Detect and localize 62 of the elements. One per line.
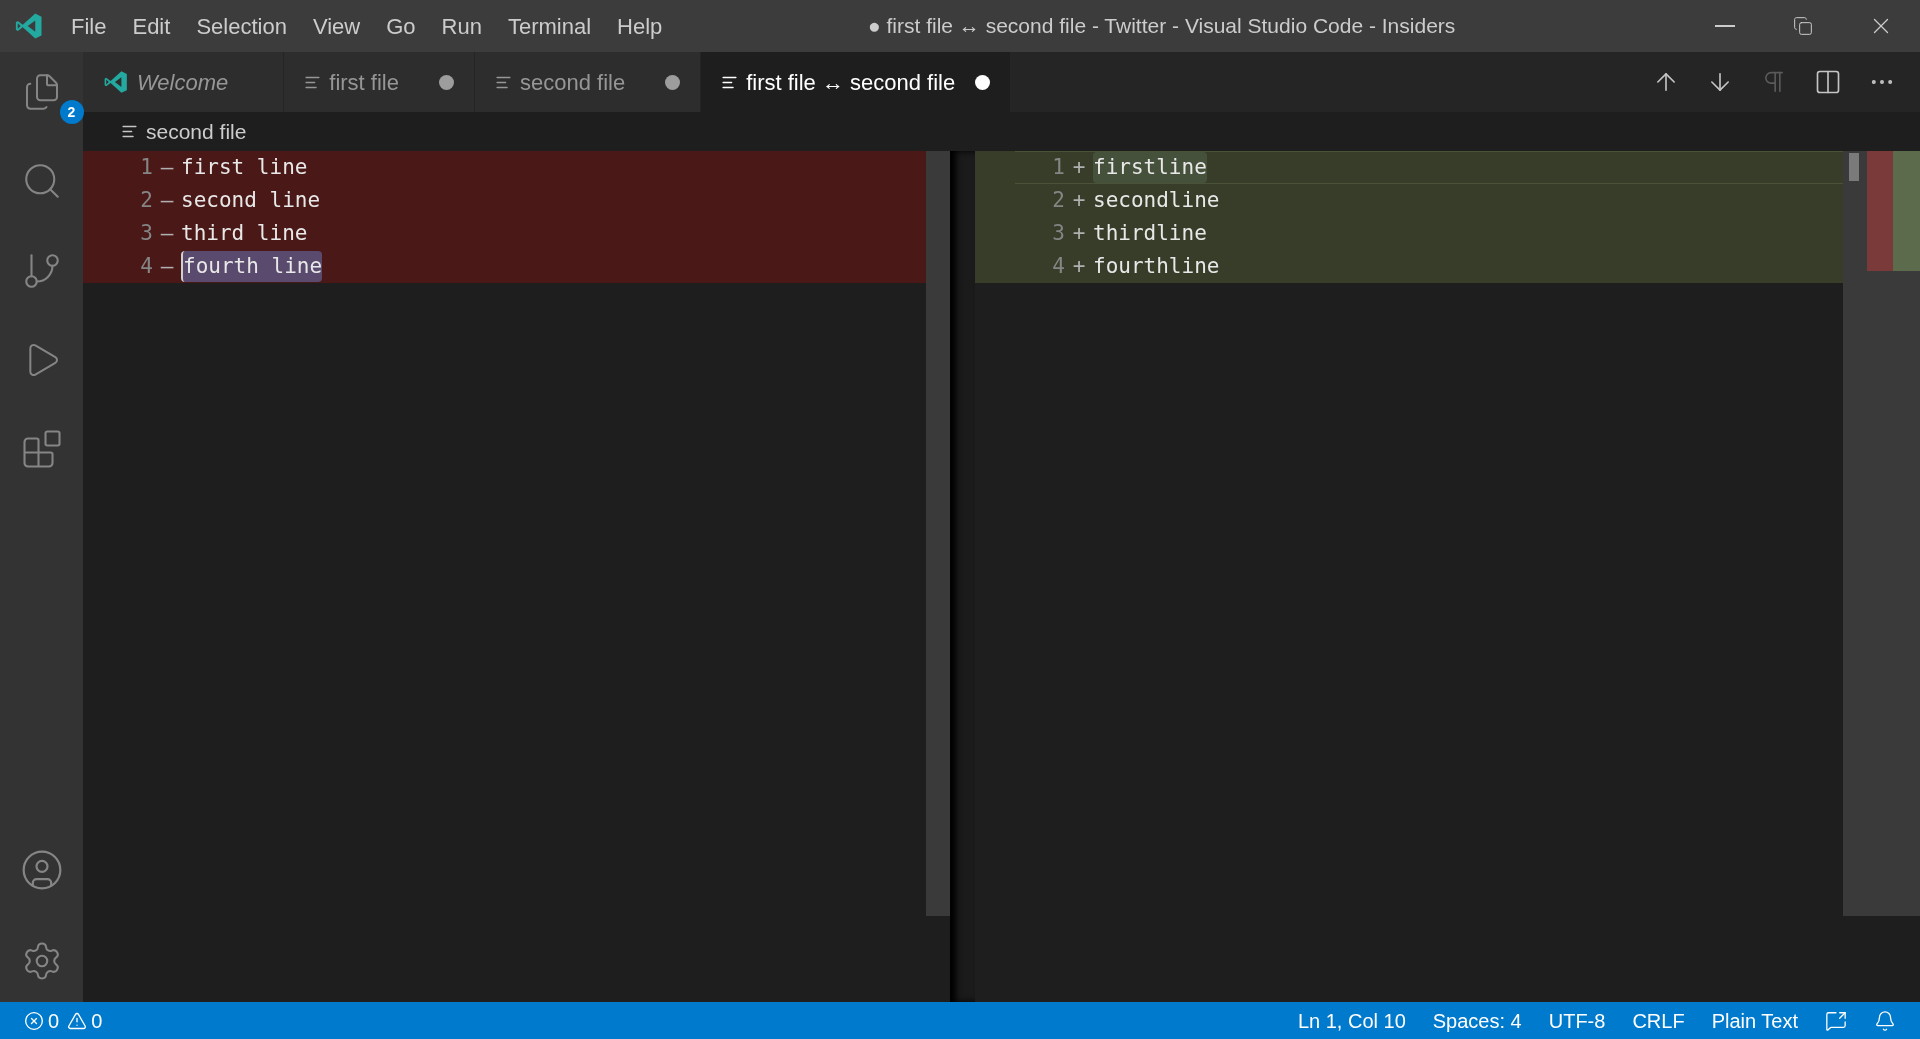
menu-item[interactable]: View [299,9,374,43]
code-text: first line [181,153,308,181]
menu-item[interactable]: Run [428,9,495,43]
tab-label: first file [329,68,399,97]
line-number: 3 [139,219,153,247]
menu-item[interactable]: File [58,9,120,43]
diff-sign: + [1071,219,1087,247]
line-number: 4 [139,252,153,280]
editor-tab[interactable]: first file [284,52,475,112]
line-number: 2 [139,186,153,214]
code-text: fourthline [1093,252,1220,280]
split-editor-icon[interactable] [1814,68,1842,96]
line-number: 1 [139,153,153,181]
diff-sign: — [159,153,175,181]
tab-label: second file [520,68,626,97]
status-item[interactable]: Spaces: 4 [1432,1005,1522,1036]
editor-tab[interactable]: second file [475,52,702,112]
file-lines-icon [121,123,138,140]
code-text: secondline [1093,186,1220,214]
status-item[interactable]: UTF-8 [1548,1005,1606,1036]
diff-sign: — [159,252,175,280]
code-text: third line [181,219,308,247]
code-text: firstline [1093,151,1207,184]
warning-count[interactable]: 0 [91,1005,103,1036]
menu-item[interactable]: Help [604,9,676,43]
line-number: 1 [1051,153,1065,181]
feedback-icon[interactable] [1825,1009,1847,1032]
breadcrumb[interactable]: second file [146,115,247,148]
line-number: 3 [1051,219,1065,247]
blocks-icon[interactable] [20,428,63,470]
notification-badge: 2 [59,100,84,124]
diff-sign: + [1071,153,1087,181]
code-text: thirdline [1093,219,1207,247]
diff-sign: + [1071,252,1087,280]
menu-item[interactable]: Terminal [494,9,605,43]
diff-sign: + [1071,186,1087,214]
window-title: ● first file ↔ second file - Twitter - Visual Studio Code - Insiders [868,13,1456,40]
menu-item[interactable]: Edit [119,9,184,43]
status-item[interactable]: Plain Text [1711,1005,1798,1036]
menu-item[interactable]: Selection [183,9,300,43]
editor-tab[interactable]: Welcome [83,52,285,112]
diff-sign: — [159,219,175,247]
diff-sign: — [159,186,175,214]
warning-icon[interactable] [67,1010,88,1031]
tab-label: first file ↔ second file [746,68,956,97]
code-text: fourth line [181,250,323,283]
status-item[interactable]: Ln 1, Col 10 [1297,1005,1406,1036]
tab-label: Welcome [137,68,229,97]
vscode-logo-icon [103,69,129,95]
minimize-icon [1715,25,1735,27]
vscode-logo-icon [14,11,44,41]
scrollbar-thumb [1849,153,1859,181]
code-text: second line [181,186,321,214]
menu-item[interactable]: Go [373,9,429,43]
editor-tab[interactable]: first file ↔ second file [701,52,1012,112]
bell-icon[interactable] [1874,1009,1896,1032]
restore-icon [1793,16,1813,36]
line-number: 4 [1051,252,1065,280]
status-item[interactable]: CRLF [1632,1005,1685,1036]
line-number: 2 [1051,186,1065,214]
error-icon[interactable] [24,1010,44,1031]
error-count[interactable]: 0 [48,1005,60,1036]
